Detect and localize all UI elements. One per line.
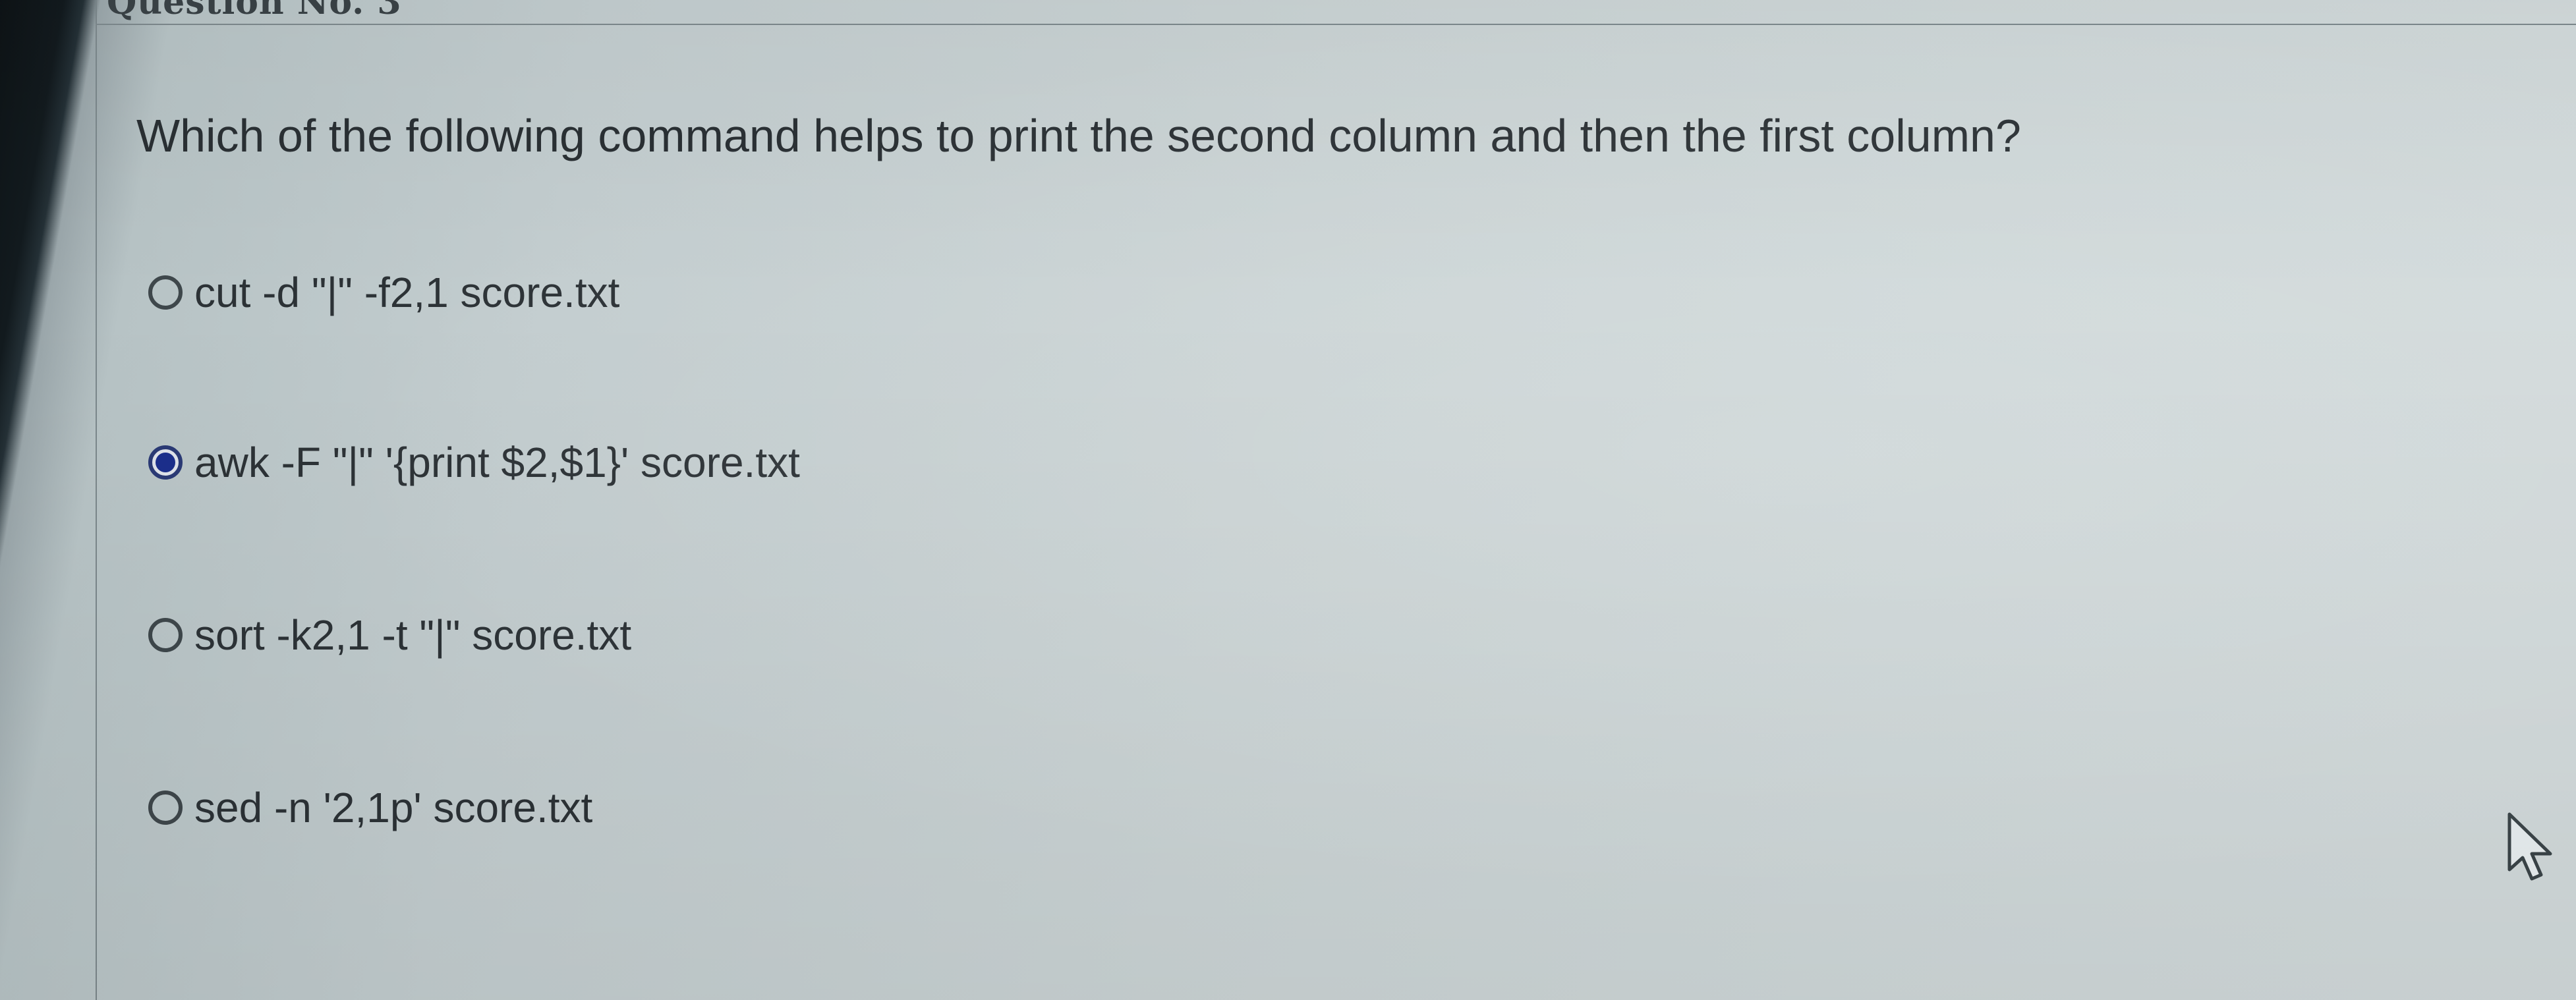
option-label-2: awk -F "|" '{print $2,$1}' score.txt [194,439,800,486]
option-4[interactable]: sed -n '2,1p' score.txt [148,781,592,834]
header-divider [96,24,2576,25]
option-label-1: cut -d "|" -f2,1 score.txt [194,269,620,316]
radio-button-2-selected[interactable] [148,445,183,480]
screen: Question No. 3 Which of the following co… [0,0,2576,1000]
option-label-4: sed -n '2,1p' score.txt [194,784,593,831]
radio-button-4[interactable] [148,791,183,825]
mouse-pointer-icon [2507,812,2552,881]
option-1[interactable]: cut -d "|" -f2,1 score.txt [148,266,619,319]
radio-button-3[interactable] [148,618,183,652]
option-label-3: sort -k2,1 -t "|" score.txt [194,611,632,659]
option-2[interactable]: awk -F "|" '{print $2,$1}' score.txt [148,436,800,489]
option-3[interactable]: sort -k2,1 -t "|" score.txt [148,609,631,661]
question-number: Question No. 3 [107,0,402,22]
radio-button-1[interactable] [148,275,183,310]
question-text: Which of the following command helps to … [136,110,2021,161]
